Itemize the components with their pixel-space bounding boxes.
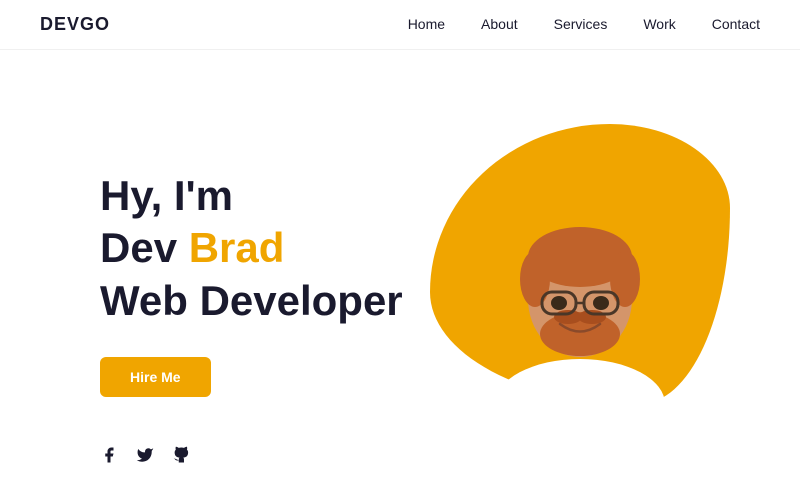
nav-item-home[interactable]: Home [408, 16, 445, 34]
hero-person-avatar [460, 139, 700, 429]
nav-link-work[interactable]: Work [643, 16, 675, 32]
hero-greeting: Hy, I'm [100, 172, 233, 219]
navbar: DEVGO Home About Services Work Contact [0, 0, 800, 50]
nav-item-work[interactable]: Work [643, 16, 675, 34]
nav-links: Home About Services Work Contact [408, 16, 760, 34]
nav-item-contact[interactable]: Contact [712, 16, 760, 34]
twitter-icon[interactable] [136, 446, 154, 469]
brand-logo: DEVGO [40, 14, 110, 35]
nav-link-services[interactable]: Services [554, 16, 608, 32]
hero-heading: Hy, I'm Dev Brad Web Developer [100, 170, 420, 328]
nav-item-services[interactable]: Services [554, 16, 608, 34]
nav-link-home[interactable]: Home [408, 16, 445, 32]
hire-me-button[interactable]: Hire Me [100, 357, 211, 397]
hero-text: Hy, I'm Dev Brad Web Developer Hire Me [100, 170, 420, 398]
hero-section: Hy, I'm Dev Brad Web Developer Hire Me [0, 50, 800, 497]
nav-link-about[interactable]: About [481, 16, 518, 32]
social-icons [100, 446, 190, 469]
hero-image-wrapper [420, 114, 740, 454]
github-icon[interactable] [172, 446, 190, 469]
hero-name-prefix: Dev [100, 224, 189, 271]
nav-item-about[interactable]: About [481, 16, 518, 34]
hero-title: Web Developer [100, 277, 403, 324]
facebook-icon[interactable] [100, 446, 118, 469]
nav-link-contact[interactable]: Contact [712, 16, 760, 32]
hero-name-highlight: Brad [189, 224, 285, 271]
